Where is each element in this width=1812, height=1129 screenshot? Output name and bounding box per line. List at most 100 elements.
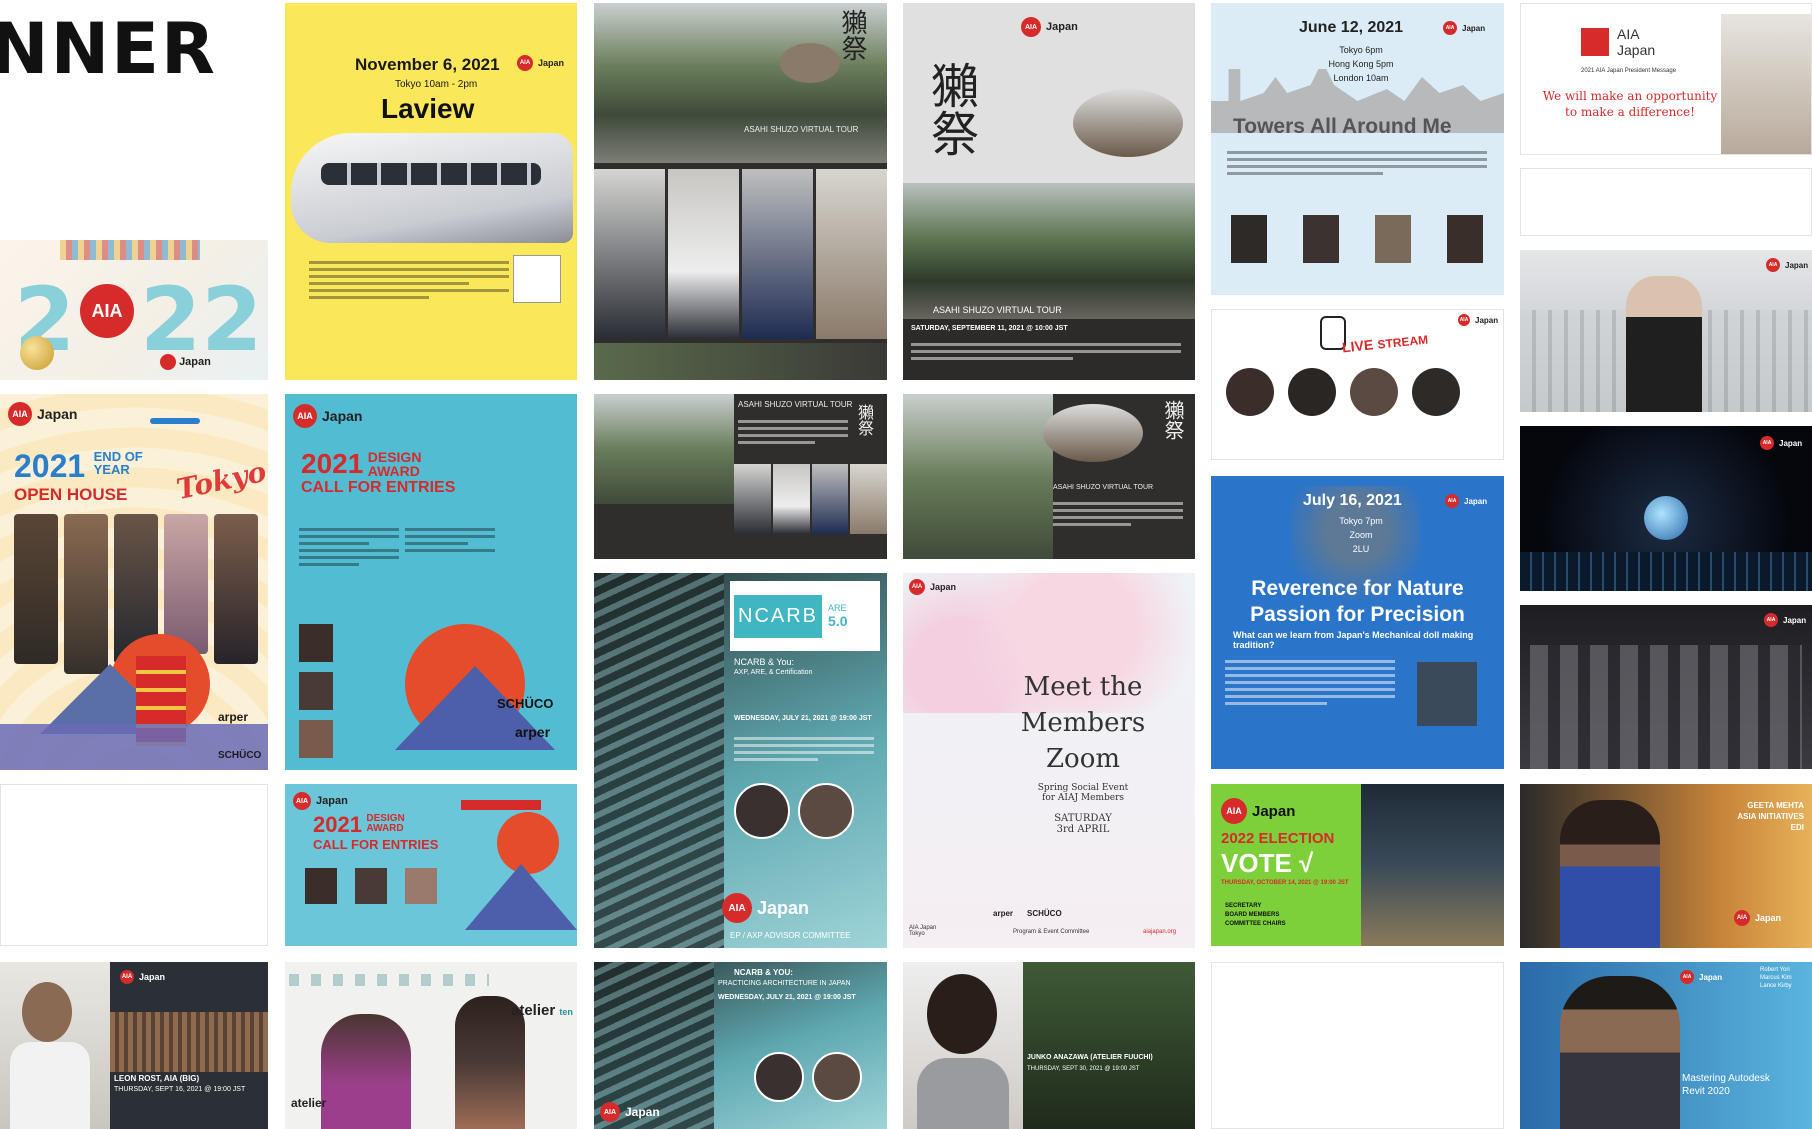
tile-laview[interactable]: November 6, 2021 AIA Japan Tokyo 10am - … <box>285 3 577 380</box>
speaker-shirt <box>10 1042 90 1129</box>
president-message: We will make an opportunity to make a di… <box>1535 88 1725 120</box>
sponsor-arper: arper <box>515 724 551 740</box>
meet-date: 3rd APRIL <box>1056 824 1110 835</box>
japan-label: Japan <box>1464 496 1488 506</box>
meet-title-line2: Members <box>1020 708 1146 738</box>
tile-live-stream[interactable]: AIA Japan LIVE STREAM <box>1211 309 1504 460</box>
time-tokyo: Tokyo 7pm <box>1339 516 1383 526</box>
aia-logo-text: AIA <box>91 300 123 321</box>
tile-dassai-poster[interactable]: AIA Japan 獺祭 ASAHI SHUZO VIRTUAL TOUR SA… <box>903 3 1195 380</box>
laview-description <box>309 257 509 303</box>
aia-dot-icon: AIA <box>120 970 134 984</box>
event-date: THURSDAY, SEPT 16, 2021 @ 19:00 JST <box>114 1086 246 1093</box>
atelier-brand-suffix: ten <box>559 1007 573 1017</box>
icon-row-decoration <box>289 974 489 986</box>
tile-geeta-mehta[interactable]: GEETA MEHTA ASIA INITIATIVES EDI AIA Jap… <box>1520 784 1812 948</box>
crowd-photo <box>1361 784 1504 946</box>
torii-gate-icon <box>461 800 541 810</box>
oval-photo <box>1073 89 1183 157</box>
japan-label: Japan <box>930 582 957 592</box>
speaker-face <box>22 982 72 1042</box>
speaker-photo <box>754 1052 804 1102</box>
wave-decoration <box>0 724 268 770</box>
meet-footer-committee: Program & Event Committee <box>1013 929 1090 935</box>
stream-word: STREAM <box>1376 332 1429 352</box>
aia-japan-badge: AIA Japan <box>722 893 809 923</box>
landscape-photo <box>594 394 734 504</box>
japan-label: Japan <box>1783 615 1807 625</box>
reverence-title: Reverence for Nature Passion for Precisi… <box>1221 576 1494 628</box>
tile-design-award-2021[interactable]: AIA Japan 2021 DESIGN AWARD CALL FOR ENT… <box>285 394 577 770</box>
tile-globe-night[interactable]: AIA Japan <box>1520 426 1812 591</box>
brand-aia: AIA <box>1617 26 1640 42</box>
tile-design-award-2021-jurors[interactable]: AIA Japan 2021 DESIGN AWARD CALL FOR ENT… <box>285 784 577 946</box>
geeta-info: GEETA MEHTA ASIA INITIATIVES EDI <box>1700 800 1804 833</box>
tile-reverence-for-nature[interactable]: July 16, 2021 AIA Japan Tokyo 7pm Zoom 2… <box>1211 476 1504 769</box>
japan-label: Japan <box>1252 802 1296 820</box>
speaker-photo <box>0 962 110 1129</box>
speaker-hair <box>927 974 997 1054</box>
towers-date: June 12, 2021 <box>1299 19 1404 36</box>
award-info <box>405 524 495 556</box>
tile-leon-rost[interactable]: LEON ROST, AIA (BIG) THURSDAY, SEPT 16, … <box>0 962 268 1129</box>
juror-photo <box>299 720 333 758</box>
dassai-kanji: 獺祭 <box>922 61 978 157</box>
tile-ncarb-and-you[interactable]: NCARB ARE 5.0 NCARB & You: AXP, ARE, & C… <box>594 573 887 948</box>
tile-2022-new-year[interactable]: 2 AIA 22 Japan <box>0 240 268 380</box>
tile-dassai-tour-small-2[interactable]: 獺祭 ASAHI SHUZO VIRTUAL TOUR <box>903 394 1195 559</box>
member-photo <box>14 514 58 664</box>
revit-title: Mastering Autodesk Revit 2020 <box>1682 1072 1770 1098</box>
tile-open-house-2021[interactable]: AIA Japan 2021 END OF YEAR OPEN HOUSE To… <box>0 394 268 770</box>
ncarb2-subheading: PRACTICING ARCHITECTURE IN JAPAN <box>718 980 851 987</box>
tile-dassai-tour-speakers[interactable]: 獺祭 ASAHI SHUZO VIRTUAL TOUR <box>594 3 887 380</box>
aia-dot-icon: AIA <box>1443 21 1457 35</box>
member-photo <box>214 514 258 664</box>
tile-empty-placeholder[interactable] <box>1211 962 1504 1129</box>
japan-label: Japan <box>1462 23 1486 33</box>
tile-empty-placeholder[interactable] <box>1520 168 1812 236</box>
revit-title-line1: Mastering Autodesk <box>1682 1073 1770 1084</box>
tile-architect-model[interactable]: AIA Japan <box>1520 250 1812 412</box>
japan-label: Japan <box>37 406 78 422</box>
speaker-name: GEETA MEHTA <box>1747 801 1804 810</box>
tile-exhibition-visit[interactable]: AIA Japan <box>1520 605 1812 769</box>
tile-junko-anazawa[interactable]: JUNKO ANAZAWA (ATELIER FUUCHI) THURSDAY,… <box>903 962 1195 1129</box>
tile-dassai-tour-small[interactable]: ASAHI SHUZO VIRTUAL TOUR 獺祭 <box>594 394 887 559</box>
election-title: 2022 ELECTION <box>1221 830 1335 847</box>
tile-atelier-ten[interactable]: atelier ten atelier <box>285 962 577 1129</box>
position-item: COMMITTEE CHAIRS <box>1225 921 1286 927</box>
tour-title: ASAHI SHUZO VIRTUAL TOUR <box>933 305 1062 315</box>
atelier-left-label: atelier <box>291 1096 327 1110</box>
japan-label: Japan <box>757 897 810 918</box>
tile-towers-all-around-me[interactable]: June 12, 2021 AIA Japan Tokyo 6pm Hong K… <box>1211 3 1504 295</box>
aia-japan-badge: AIA Japan <box>1766 258 1808 272</box>
tile-president-message[interactable]: AIA Japan 2021 AIA Japan President Messa… <box>1520 3 1812 155</box>
aia-japan-badge: AIA Japan <box>517 55 564 71</box>
japan-label: Japan <box>1779 438 1803 448</box>
japan-label: Japan <box>1046 21 1078 33</box>
speaker-body <box>917 1058 1009 1129</box>
aia-seal-icon <box>1581 28 1609 56</box>
speaker-photo <box>1560 800 1660 948</box>
reverence-title-line1: Reverence for Nature <box>1251 577 1464 600</box>
tile-ncarb-practicing[interactable]: NCARB & YOU: PRACTICING ARCHITECTURE IN … <box>594 962 887 1129</box>
aia-dot-icon: AIA <box>1221 798 1247 824</box>
award-line3: CALL FOR ENTRIES <box>301 479 456 496</box>
open-house-year: 2021 <box>14 448 86 484</box>
tile-mastering-revit[interactable]: Robert Yori Marcus Kim Lance Kirby Maste… <box>1520 962 1812 1129</box>
aia-japan-badge: AIA Japan <box>1764 613 1806 627</box>
tile-empty-placeholder[interactable] <box>0 784 268 946</box>
speaker-name: LEON ROST, AIA (BIG) <box>114 1074 200 1083</box>
speaker-photo <box>812 1052 862 1102</box>
time-tokyo: Tokyo 6pm <box>1339 45 1383 55</box>
tile-meet-the-members[interactable]: AIA Japan Meet the Members Zoom Spring S… <box>903 573 1195 948</box>
cloud-decoration <box>150 418 200 424</box>
tour-description <box>1053 498 1183 530</box>
speaker-photo <box>1560 976 1680 1129</box>
speaker-photo <box>798 783 854 839</box>
ncarb-subtitle2: AXP, ARE, & Certification <box>734 669 813 676</box>
dassai-kanji: 獺祭 <box>837 9 867 61</box>
tour-description <box>911 339 1181 364</box>
tile-2022-election[interactable]: AIA Japan 2022 ELECTION VOTE √ THURSDAY,… <box>1211 784 1504 946</box>
brand-japan: Japan <box>1617 42 1656 58</box>
